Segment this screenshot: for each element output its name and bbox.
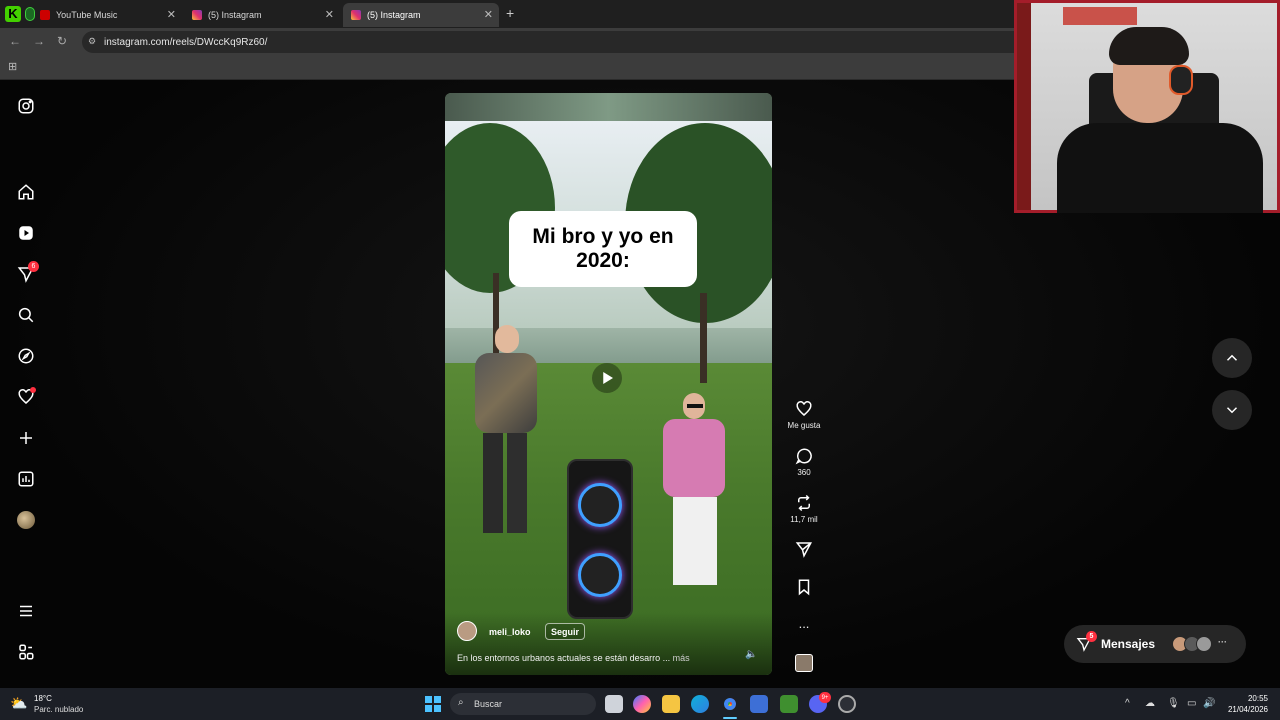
dashboard-icon[interactable] xyxy=(16,469,36,489)
messages-badge: 6 xyxy=(28,261,39,272)
tray-app-icon[interactable]: ☁ xyxy=(1145,698,1155,709)
previous-reel-button[interactable] xyxy=(1212,338,1252,378)
volume-icon[interactable]: 🔈 xyxy=(745,649,757,660)
tab-label: (5) Instagram xyxy=(367,10,421,20)
chevron-up-icon xyxy=(1226,354,1238,361)
share-button[interactable] xyxy=(782,540,826,561)
tab-youtube-music[interactable]: YouTube Music ✕ xyxy=(32,3,182,27)
youtube-music-favicon-icon xyxy=(40,10,50,20)
minecraft-icon[interactable] xyxy=(780,695,798,713)
windows-taskbar: ⛅ 18°C Parc. nublado ⌕ Buscar 9+ ^ ☁ 🎙 ▭… xyxy=(0,688,1280,720)
url-text: instagram.com/reels/DWccKq9Rz60/ xyxy=(104,36,268,48)
explore-icon[interactable] xyxy=(16,346,36,366)
taskbar-search[interactable]: ⌕ Buscar xyxy=(450,693,596,715)
search-icon[interactable] xyxy=(16,305,36,325)
repost-button[interactable]: 11,7 mil xyxy=(782,494,826,524)
tray-overflow-icon[interactable]: ^ xyxy=(1125,698,1130,709)
back-arrow-icon[interactable]: ← xyxy=(9,34,21,48)
address-bar[interactable]: ⚙ instagram.com/reels/DWccKq9Rz60/ xyxy=(82,31,1092,53)
messages-bar-badge: 5 xyxy=(1086,631,1097,642)
close-tab-icon[interactable]: ✕ xyxy=(167,8,176,21)
microphone-icon[interactable]: 🎙 xyxy=(1167,698,1180,709)
description-text: En los entornos urbanos actuales se está… xyxy=(457,653,671,663)
search-icon: ⌕ xyxy=(458,697,464,708)
meta-icon[interactable] xyxy=(16,642,36,662)
reel-video[interactable]: Mi bro y yo en 2020: meli_loko Seguir En… xyxy=(445,93,772,675)
browser-logo-icon[interactable]: K xyxy=(5,6,21,22)
close-tab-icon[interactable]: ✕ xyxy=(484,8,493,21)
chrome-icon[interactable] xyxy=(721,695,739,713)
profile-avatar[interactable] xyxy=(16,510,36,530)
dancer-left xyxy=(465,325,545,545)
streamer-webcam xyxy=(1014,0,1280,213)
copilot-icon[interactable] xyxy=(633,695,651,713)
author-avatar[interactable] xyxy=(457,621,477,641)
follow-button[interactable]: Seguir xyxy=(545,623,586,640)
author-username[interactable]: meli_loko xyxy=(489,627,531,637)
audio-thumbnail[interactable] xyxy=(782,654,826,672)
save-button[interactable] xyxy=(782,578,826,599)
tab-label: YouTube Music xyxy=(56,10,118,20)
search-placeholder: Buscar xyxy=(474,699,503,709)
discord-badge: 9+ xyxy=(819,692,831,703)
repost-icon xyxy=(798,494,810,512)
weather-description[interactable]: Parc. nublado xyxy=(34,705,83,714)
menu-icon[interactable] xyxy=(16,601,36,621)
tab-instagram-1[interactable]: (5) Instagram ✕ xyxy=(184,3,340,27)
more-contacts-indicator: ··· xyxy=(1218,637,1227,647)
app-icon[interactable] xyxy=(838,695,856,713)
notifications-icon[interactable] xyxy=(16,387,36,407)
clock-time[interactable]: 20:55 xyxy=(1246,694,1268,703)
comment-icon xyxy=(795,448,812,465)
site-info-icon[interactable]: ⚙ xyxy=(88,36,96,47)
task-view-icon[interactable] xyxy=(605,695,623,713)
reel-caption-card: Mi bro y yo en 2020: xyxy=(509,211,697,287)
bookmark-icon xyxy=(798,579,810,596)
comments-button[interactable]: 360 xyxy=(782,447,826,477)
reposts-count: 11,7 mil xyxy=(790,515,818,524)
create-icon[interactable] xyxy=(16,428,36,448)
forward-arrow-icon[interactable]: → xyxy=(33,34,45,48)
file-explorer-icon[interactable] xyxy=(662,695,680,713)
instagram-favicon-icon xyxy=(351,10,361,20)
instagram-favicon-icon xyxy=(192,10,202,20)
like-label: Me gusta xyxy=(787,421,821,430)
home-icon[interactable] xyxy=(16,182,36,202)
store-icon[interactable] xyxy=(750,695,768,713)
play-button[interactable] xyxy=(592,363,622,393)
reel-description[interactable]: En los entornos urbanos actuales se está… xyxy=(457,653,690,663)
heart-icon xyxy=(796,401,812,416)
reload-icon[interactable]: ↻ xyxy=(57,34,67,48)
notification-dot xyxy=(30,387,36,393)
instagram-logo-icon[interactable] xyxy=(16,96,36,116)
next-reel-button[interactable] xyxy=(1212,390,1252,430)
close-tab-icon[interactable]: ✕ xyxy=(325,8,334,21)
reels-icon[interactable] xyxy=(16,223,36,243)
party-speaker xyxy=(567,459,633,619)
like-button[interactable]: Me gusta xyxy=(782,400,826,430)
send-icon xyxy=(795,542,812,558)
messages-icon[interactable]: 6 xyxy=(16,261,39,284)
messages-label: Mensajes xyxy=(1101,637,1156,651)
weather-icon[interactable]: ⛅ xyxy=(10,695,27,712)
edge-icon[interactable] xyxy=(691,695,709,713)
start-button[interactable] xyxy=(425,696,441,712)
comments-count: 360 xyxy=(797,468,811,477)
dancer-right xyxy=(657,393,737,603)
more-options-button[interactable]: ... xyxy=(782,616,826,631)
tab-instagram-2[interactable]: (5) Instagram ✕ xyxy=(343,3,499,27)
apps-grid-icon[interactable]: ⊞ xyxy=(8,60,17,73)
more-link[interactable]: más xyxy=(673,653,690,663)
chevron-down-icon xyxy=(1226,407,1238,414)
network-icon[interactable]: ▭ xyxy=(1187,698,1196,709)
volume-icon[interactable]: 🔊 xyxy=(1203,698,1215,709)
weather-temperature[interactable]: 18°C xyxy=(34,694,52,703)
tab-label: (5) Instagram xyxy=(208,10,262,20)
messages-bar[interactable]: 5 Mensajes ··· xyxy=(1064,625,1246,663)
contact-avatar[interactable] xyxy=(1196,636,1212,652)
clock-date[interactable]: 21/04/2026 xyxy=(1222,705,1268,714)
new-tab-button[interactable]: + xyxy=(506,5,514,21)
